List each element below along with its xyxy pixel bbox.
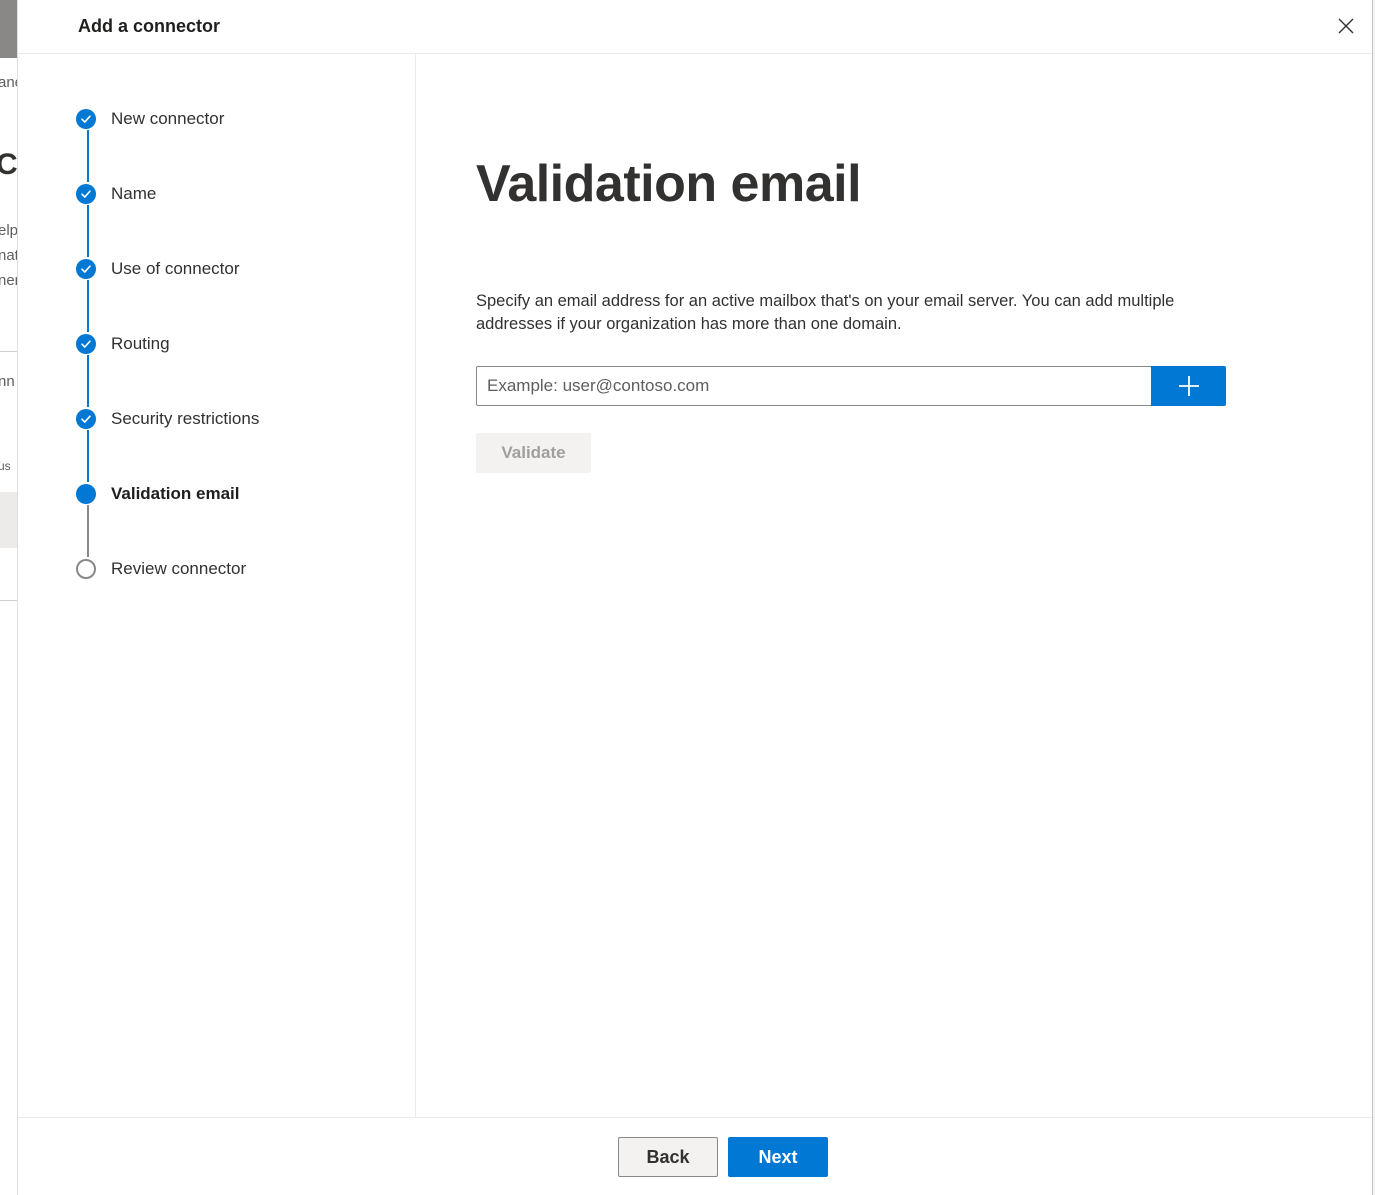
background-text-fragment: nn: [0, 373, 15, 390]
background-header: [0, 0, 18, 58]
step-name[interactable]: Name: [76, 182, 156, 206]
checkmark-icon: [76, 409, 96, 429]
back-button[interactable]: Back: [618, 1137, 718, 1177]
checkmark-icon: [76, 334, 96, 354]
panel-footer: Back Next: [18, 1117, 1372, 1195]
step-label: Security restrictions: [111, 409, 260, 428]
close-icon: [1338, 18, 1354, 34]
step-connector-line: [87, 355, 89, 407]
background-text-fragment: us: [0, 459, 11, 473]
panel-title: Add a connector: [78, 16, 221, 36]
wizard-steps-nav: New connector Name Use of connector Rout…: [18, 54, 416, 1117]
background-divider: [0, 351, 18, 352]
step-use-of-connector[interactable]: Use of connector: [76, 257, 240, 281]
background-text-fragment: ner: [0, 272, 18, 289]
background-divider: [0, 600, 18, 601]
step-validation-email[interactable]: Validation email: [76, 482, 240, 506]
step-connector-line: [87, 505, 89, 557]
background-selected-row: [0, 492, 18, 548]
instructions-text: Specify an email address for an active m…: [476, 292, 1175, 333]
add-connector-panel: Add a connector New connector Name Use o…: [17, 0, 1373, 1195]
add-email-button[interactable]: [1151, 366, 1226, 406]
background-page: ane C elp nat ner nn us: [0, 0, 18, 1195]
page-title: Validation email: [476, 155, 862, 213]
step-label: Validation email: [111, 484, 240, 503]
step-label: Name: [111, 184, 157, 203]
current-step-dot-icon: [76, 484, 96, 504]
step-connector-line: [87, 430, 89, 482]
panel-header: Add a connector: [18, 0, 1372, 54]
close-button[interactable]: [1332, 12, 1360, 40]
step-label: Routing: [111, 334, 170, 353]
step-new-connector[interactable]: New connector: [76, 107, 224, 131]
checkmark-icon: [76, 184, 96, 204]
step-label: New connector: [111, 109, 225, 128]
plus-icon: [1178, 376, 1199, 396]
step-connector-line: [87, 205, 89, 257]
step-label: Review connector: [111, 559, 247, 578]
validate-button[interactable]: Validate: [476, 433, 591, 473]
background-heading-fragment: C: [0, 148, 18, 181]
checkmark-icon: [76, 109, 96, 129]
background-text-fragment: nat: [0, 247, 18, 264]
background-text-fragment: ane: [0, 74, 18, 91]
background-text-fragment: elp: [0, 222, 18, 239]
step-routing[interactable]: Routing: [76, 332, 170, 356]
step-connector-line: [87, 130, 89, 182]
checkmark-icon: [76, 259, 96, 279]
step-label: Use of connector: [111, 259, 240, 278]
step-security-restrictions[interactable]: Security restrictions: [76, 407, 259, 431]
step-connector-line: [87, 280, 89, 332]
empty-circle-icon: [76, 559, 96, 579]
validation-email-input[interactable]: [476, 366, 1152, 406]
next-button[interactable]: Next: [728, 1137, 828, 1177]
step-review-connector[interactable]: Review connector: [76, 557, 246, 581]
